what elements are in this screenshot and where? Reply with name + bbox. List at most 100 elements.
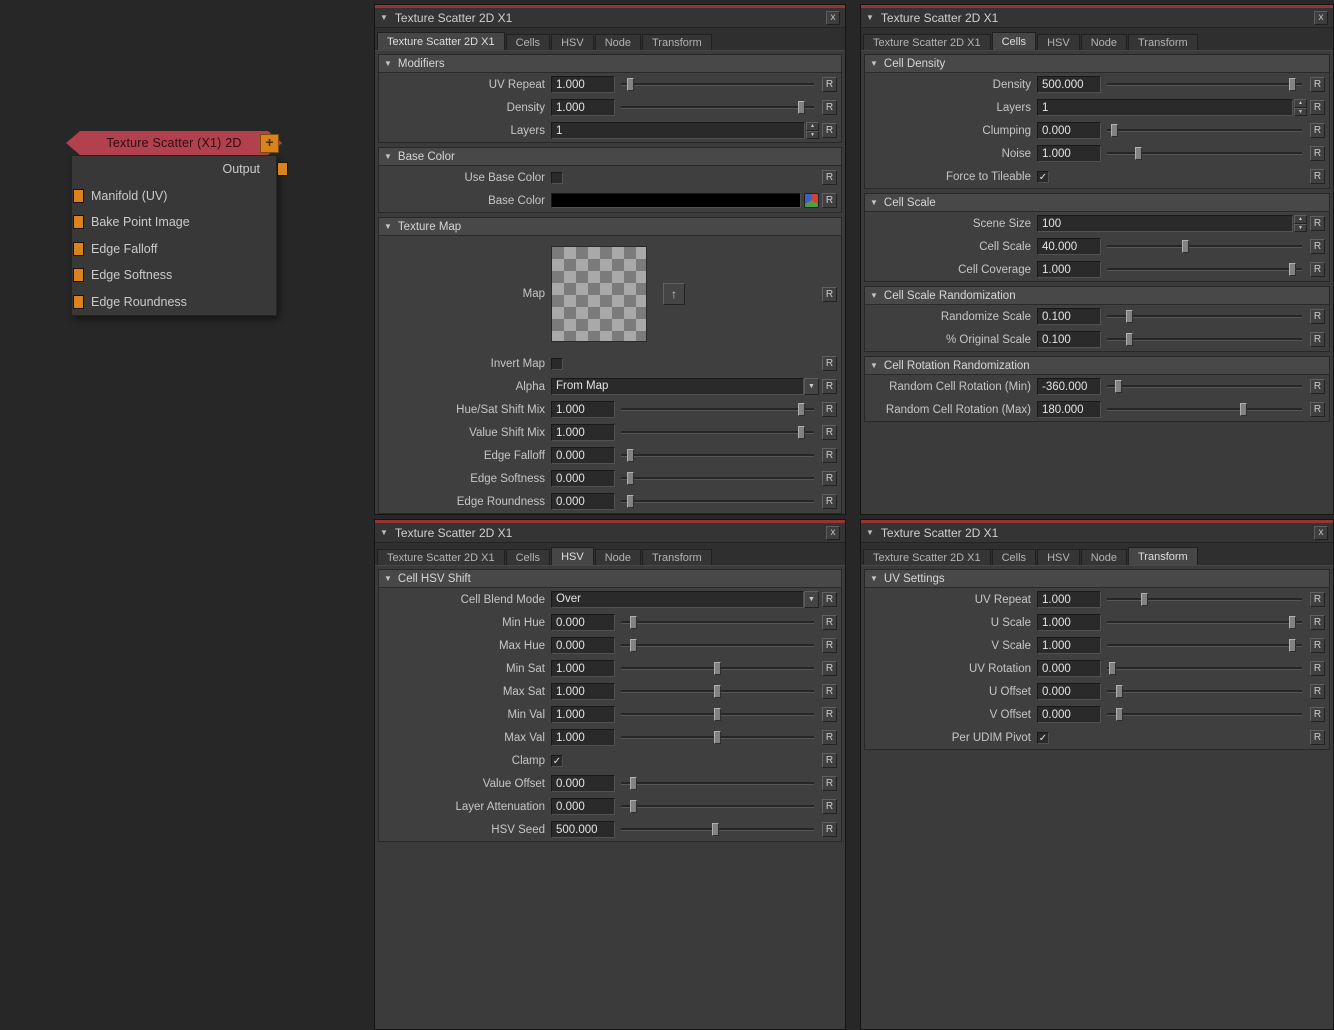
reset-button[interactable]: R [822, 402, 837, 417]
reset-button[interactable]: R [1310, 100, 1325, 115]
panel-titlebar[interactable]: ▼Texture Scatter 2D X1x [375, 8, 845, 28]
reset-button[interactable]: R [1310, 402, 1325, 417]
slider-handle[interactable] [1289, 639, 1296, 652]
slider[interactable] [1107, 308, 1302, 325]
checkbox[interactable]: ✓ [1037, 732, 1049, 744]
checkbox[interactable] [551, 172, 563, 184]
tab-transform[interactable]: Transform [642, 549, 712, 565]
slider-handle[interactable] [714, 731, 721, 744]
dropdown-arrow-icon[interactable]: ▼ [804, 378, 819, 395]
reset-button[interactable]: R [1310, 730, 1325, 745]
slider-handle[interactable] [1141, 593, 1148, 606]
reset-button[interactable]: R [822, 661, 837, 676]
reset-button[interactable]: R [822, 123, 837, 138]
reset-button[interactable]: R [822, 753, 837, 768]
value-field[interactable] [551, 775, 615, 792]
reset-button[interactable]: R [822, 425, 837, 440]
slider-handle[interactable] [1116, 685, 1123, 698]
value-field[interactable] [551, 447, 615, 464]
slider[interactable] [1107, 660, 1302, 677]
slider-handle[interactable] [798, 426, 805, 439]
panel-titlebar[interactable]: ▼Texture Scatter 2D X1x [861, 8, 1333, 28]
tab-hsv[interactable]: HSV [551, 547, 594, 565]
value-field[interactable] [551, 637, 615, 654]
section-header[interactable]: ▼Cell Rotation Randomization [865, 357, 1329, 375]
slider-handle[interactable] [627, 495, 634, 508]
reset-button[interactable]: R [822, 730, 837, 745]
value-field[interactable] [1037, 591, 1101, 608]
step-up-icon[interactable]: ▲ [806, 122, 819, 131]
reset-button[interactable]: R [822, 822, 837, 837]
slider[interactable] [621, 493, 814, 510]
slider-handle[interactable] [627, 78, 634, 91]
reset-button[interactable]: R [1310, 216, 1325, 231]
reset-button[interactable]: R [822, 193, 837, 208]
texture-map-thumbnail[interactable] [551, 246, 647, 342]
slider[interactable] [621, 706, 814, 723]
value-field[interactable] [551, 683, 615, 700]
value-field[interactable] [1037, 215, 1293, 232]
slider[interactable] [621, 798, 814, 815]
slider[interactable] [621, 637, 814, 654]
value-field[interactable] [1037, 706, 1101, 723]
value-field[interactable] [1037, 378, 1101, 395]
slider-handle[interactable] [1111, 124, 1118, 137]
input-port[interactable] [73, 268, 84, 282]
color-swatch[interactable] [551, 193, 801, 208]
tab-cells[interactable]: Cells [992, 549, 1036, 565]
panel-titlebar[interactable]: ▼Texture Scatter 2D X1x [861, 523, 1333, 543]
node-add-button[interactable]: + [260, 134, 279, 153]
node-header[interactable]: Texture Scatter (X1) 2D [66, 131, 282, 155]
slider-handle[interactable] [1126, 333, 1133, 346]
reset-button[interactable]: R [822, 707, 837, 722]
panel-titlebar[interactable]: ▼Texture Scatter 2D X1x [375, 523, 845, 543]
reset-button[interactable]: R [822, 638, 837, 653]
reset-button[interactable]: R [822, 592, 837, 607]
tab-transform[interactable]: Transform [642, 34, 712, 50]
reset-button[interactable]: R [822, 799, 837, 814]
slider-handle[interactable] [627, 472, 634, 485]
slider-handle[interactable] [798, 403, 805, 416]
input-port[interactable] [73, 242, 84, 256]
input-port[interactable] [73, 189, 84, 203]
tab-texture-scatter-2d-x1[interactable]: Texture Scatter 2D X1 [377, 549, 505, 565]
slider-handle[interactable] [630, 777, 637, 790]
reset-button[interactable]: R [1310, 332, 1325, 347]
reset-button[interactable]: R [822, 684, 837, 699]
value-field[interactable] [551, 660, 615, 677]
reset-button[interactable]: R [822, 448, 837, 463]
slider-handle[interactable] [1289, 78, 1296, 91]
slider[interactable] [1107, 238, 1302, 255]
value-field[interactable] [1037, 122, 1101, 139]
reset-button[interactable]: R [1310, 262, 1325, 277]
slider-handle[interactable] [1182, 240, 1189, 253]
slider[interactable] [621, 683, 814, 700]
slider[interactable] [1107, 76, 1302, 93]
tab-hsv[interactable]: HSV [551, 34, 594, 50]
value-field[interactable] [551, 614, 615, 631]
reset-button[interactable]: R [822, 379, 837, 394]
slider-handle[interactable] [714, 662, 721, 675]
checkbox[interactable]: ✓ [551, 755, 563, 767]
reset-button[interactable]: R [822, 77, 837, 92]
reset-button[interactable]: R [822, 356, 837, 371]
reset-button[interactable]: R [1310, 379, 1325, 394]
section-header[interactable]: ▼UV Settings [865, 570, 1329, 588]
slider-handle[interactable] [1289, 263, 1296, 276]
reset-button[interactable]: R [822, 287, 837, 302]
checkbox[interactable]: ✓ [1037, 171, 1049, 183]
tab-node[interactable]: Node [595, 549, 641, 565]
tab-transform[interactable]: Transform [1128, 34, 1198, 50]
slider[interactable] [621, 447, 814, 464]
close-button[interactable]: x [1314, 526, 1328, 540]
slider[interactable] [621, 99, 814, 116]
value-field[interactable] [551, 76, 615, 93]
dropdown[interactable]: Over▼ [551, 591, 819, 608]
step-down-icon[interactable]: ▼ [1294, 224, 1307, 233]
stepper-control[interactable]: ▲▼ [806, 122, 819, 139]
slider[interactable] [621, 614, 814, 631]
value-field[interactable] [551, 821, 615, 838]
value-field[interactable] [1037, 660, 1101, 677]
slider[interactable] [621, 660, 814, 677]
reset-button[interactable]: R [822, 776, 837, 791]
